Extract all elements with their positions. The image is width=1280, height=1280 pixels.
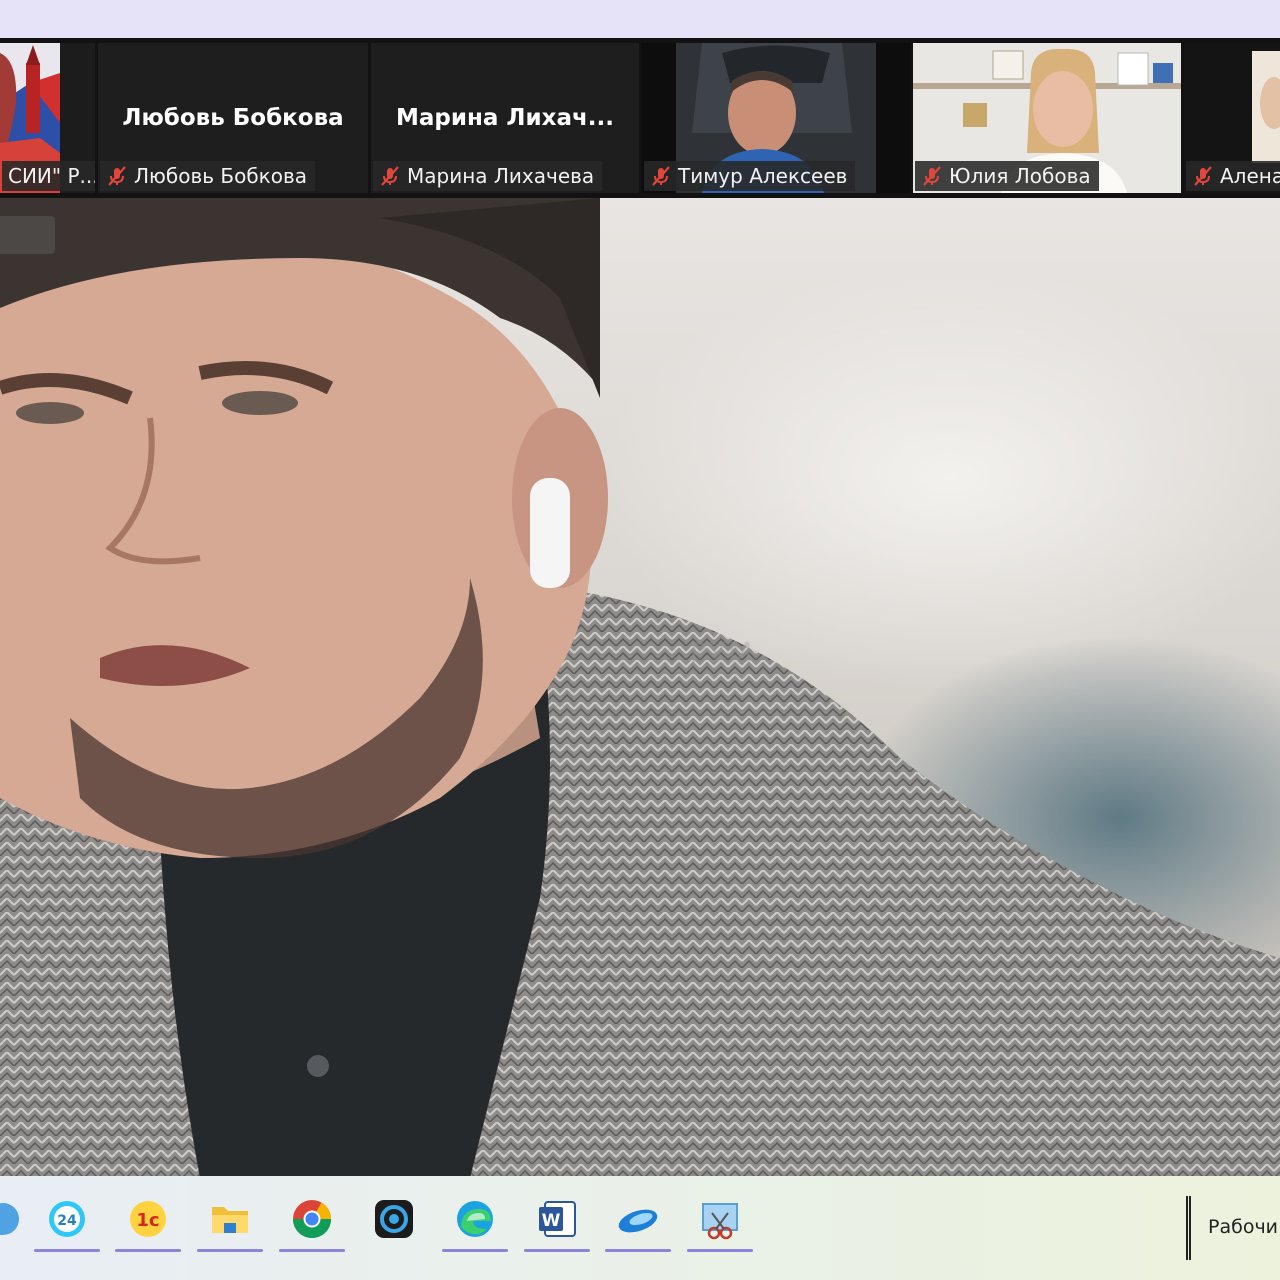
- snipping-tool-icon[interactable]: [687, 1188, 753, 1252]
- word-badge: W: [542, 1211, 561, 1231]
- desktop-toolbar-label[interactable]: Рабочи: [1208, 1216, 1278, 1238]
- speaker-video: [0, 198, 1280, 1178]
- participant-name-label: Марина Лихачева: [373, 161, 603, 191]
- window-title-bar: [0, 0, 1280, 38]
- 1c-icon[interactable]: 1c: [115, 1188, 181, 1252]
- participant-tile[interactable]: Алена: [1184, 43, 1280, 193]
- participant-name-label: Любовь Бобкова: [100, 161, 316, 191]
- mic-muted-icon: [1194, 166, 1212, 186]
- bitrix24-badge: 24: [57, 1213, 77, 1229]
- participant-tile[interactable]: Тимур Алексеев: [642, 43, 910, 193]
- running-indicator: [34, 1249, 100, 1252]
- active-speaker-video[interactable]: РУМ: [0, 198, 1280, 1178]
- participant-tile[interactable]: Любовь Бобкова Любовь Бобкова: [98, 43, 368, 193]
- running-indicator: [605, 1249, 671, 1252]
- participant-name: Алена: [1220, 164, 1280, 188]
- bitrix24-icon[interactable]: 24: [34, 1188, 100, 1252]
- participant-name: СИИ" Р...: [8, 164, 95, 188]
- running-indicator: [115, 1249, 181, 1252]
- participant-name: Тимур Алексеев: [678, 164, 848, 188]
- participant-name-label: Юлия Лобова: [915, 161, 1099, 191]
- participant-name: Марина Лихачева: [407, 164, 595, 188]
- background-watermark: РУМ: [690, 636, 755, 669]
- browser-icon[interactable]: [605, 1188, 671, 1252]
- mic-muted-icon: [652, 166, 670, 186]
- speaker-name-chip: [0, 216, 55, 254]
- edge-icon[interactable]: [442, 1188, 508, 1252]
- participant-name-label: СИИ" Р...: [2, 161, 95, 191]
- participant-tile[interactable]: Марина Лихач... Марина Лихачева: [371, 43, 639, 193]
- participant-big-name: Любовь Бобкова: [122, 105, 344, 131]
- file-explorer-icon[interactable]: [197, 1188, 263, 1252]
- participant-name: Юлия Лобова: [949, 164, 1091, 188]
- participant-strip: СИИ" Р... Любовь Бобкова Любовь Бобкова …: [0, 38, 1280, 198]
- mic-muted-icon: [108, 166, 126, 186]
- participant-tile[interactable]: Юлия Лобова: [913, 43, 1181, 193]
- running-indicator: [197, 1249, 263, 1252]
- participant-name: Любовь Бобкова: [134, 164, 308, 188]
- running-indicator: [442, 1249, 508, 1252]
- taskbar-separator: [1186, 1196, 1191, 1260]
- sphere-app-icon[interactable]: [0, 1188, 36, 1250]
- word-icon[interactable]: W: [524, 1188, 590, 1252]
- running-indicator: [279, 1249, 345, 1252]
- running-indicator: [687, 1249, 753, 1252]
- participant-tile[interactable]: СИИ" Р...: [0, 43, 95, 193]
- participant-name-label: Алена: [1186, 161, 1280, 191]
- running-indicator: [524, 1249, 590, 1252]
- participant-name-label: Тимур Алексеев: [644, 161, 856, 191]
- camera-app-icon[interactable]: [361, 1188, 427, 1250]
- taskbar: 24 1c W Рабочи: [0, 1176, 1280, 1280]
- participant-big-name: Марина Лихач...: [396, 105, 614, 131]
- mic-muted-icon: [923, 166, 941, 186]
- video-conference-window: СИИ" Р... Любовь Бобкова Любовь Бобкова …: [0, 0, 1280, 1280]
- mic-muted-icon: [381, 166, 399, 186]
- 1c-badge: 1c: [136, 1210, 159, 1231]
- chrome-icon[interactable]: [279, 1188, 345, 1252]
